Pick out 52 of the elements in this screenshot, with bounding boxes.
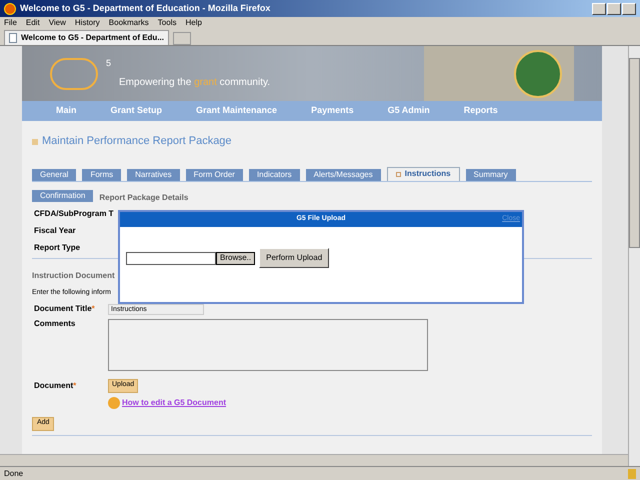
page-tab[interactable]: Narratives <box>127 168 180 181</box>
page-icon <box>32 138 38 145</box>
field-label: Comments <box>34 318 76 330</box>
menu-item[interactable]: Bookmarks <box>108 18 149 28</box>
file-path-field[interactable] <box>126 252 216 264</box>
close-button[interactable] <box>622 2 636 14</box>
nav-link[interactable]: G5 Admin <box>388 105 430 117</box>
page-tab[interactable]: Form Order <box>186 168 243 181</box>
status-text: Done <box>4 468 24 478</box>
page-icon <box>9 33 17 43</box>
menu-item[interactable]: History <box>74 18 100 28</box>
field-label: Fiscal Year <box>34 226 76 236</box>
tagline: Empowering the grant community. <box>119 77 270 90</box>
field-label: Report Type <box>34 242 80 253</box>
page-tab[interactable]: Confirmation <box>32 190 94 202</box>
nav-link[interactable]: Grant Setup <box>110 105 162 117</box>
browser-tab[interactable]: Welcome to G5 - Department of Edu... <box>4 30 169 45</box>
horizontal-scrollbar[interactable] <box>0 454 628 466</box>
page-tab[interactable]: Indicators <box>248 168 300 181</box>
maximize-button[interactable] <box>607 2 621 14</box>
comments-field[interactable] <box>108 318 428 370</box>
help-link[interactable]: How to edit a G5 Document <box>122 398 226 408</box>
window-title: Welcome to G5 - Department of Education - Mozilla Firefox <box>20 2 270 14</box>
nav-link[interactable]: Main <box>56 105 77 117</box>
nav-link[interactable]: Payments <box>311 105 354 117</box>
menu-item[interactable]: Tools <box>158 18 176 28</box>
page-tab[interactable]: Alerts/Messages <box>306 168 381 181</box>
vertical-scrollbar[interactable] <box>628 46 640 466</box>
field-label: Document Title* <box>34 304 96 314</box>
page-tab[interactable]: Instructions <box>386 166 460 181</box>
page-tab[interactable]: Forms <box>82 168 122 181</box>
logo-superscript: 5 <box>106 58 112 69</box>
new-tab-button[interactable] <box>173 32 191 45</box>
menu-item[interactable]: Help <box>185 18 202 28</box>
page-title: Maintain Performance Report Package <box>42 135 232 149</box>
browser-tab-label: Welcome to G5 - Department of Edu... <box>21 33 164 43</box>
section-title: Report Package Details <box>99 194 188 202</box>
nav-link[interactable]: Reports <box>464 105 498 117</box>
field-label: Document* <box>34 380 78 392</box>
page-icon <box>396 172 401 177</box>
nav-link[interactable]: Grant Maintenance <box>196 105 278 117</box>
minimize-button[interactable] <box>592 2 606 14</box>
section-heading: Instruction Document <box>32 270 115 280</box>
browse-button[interactable]: Browse.. <box>216 252 256 264</box>
perform-upload-button[interactable]: Perform Upload <box>259 248 330 268</box>
menu-item[interactable]: View <box>48 18 66 28</box>
menu-item[interactable]: File <box>4 18 17 28</box>
page-tab[interactable]: Summary <box>466 168 516 181</box>
field-label: CFDA/SubProgram T <box>34 208 114 219</box>
page-tab[interactable]: General <box>32 168 76 181</box>
scrollbar-thumb[interactable] <box>629 58 640 248</box>
menu-item[interactable]: Edit <box>26 18 40 28</box>
